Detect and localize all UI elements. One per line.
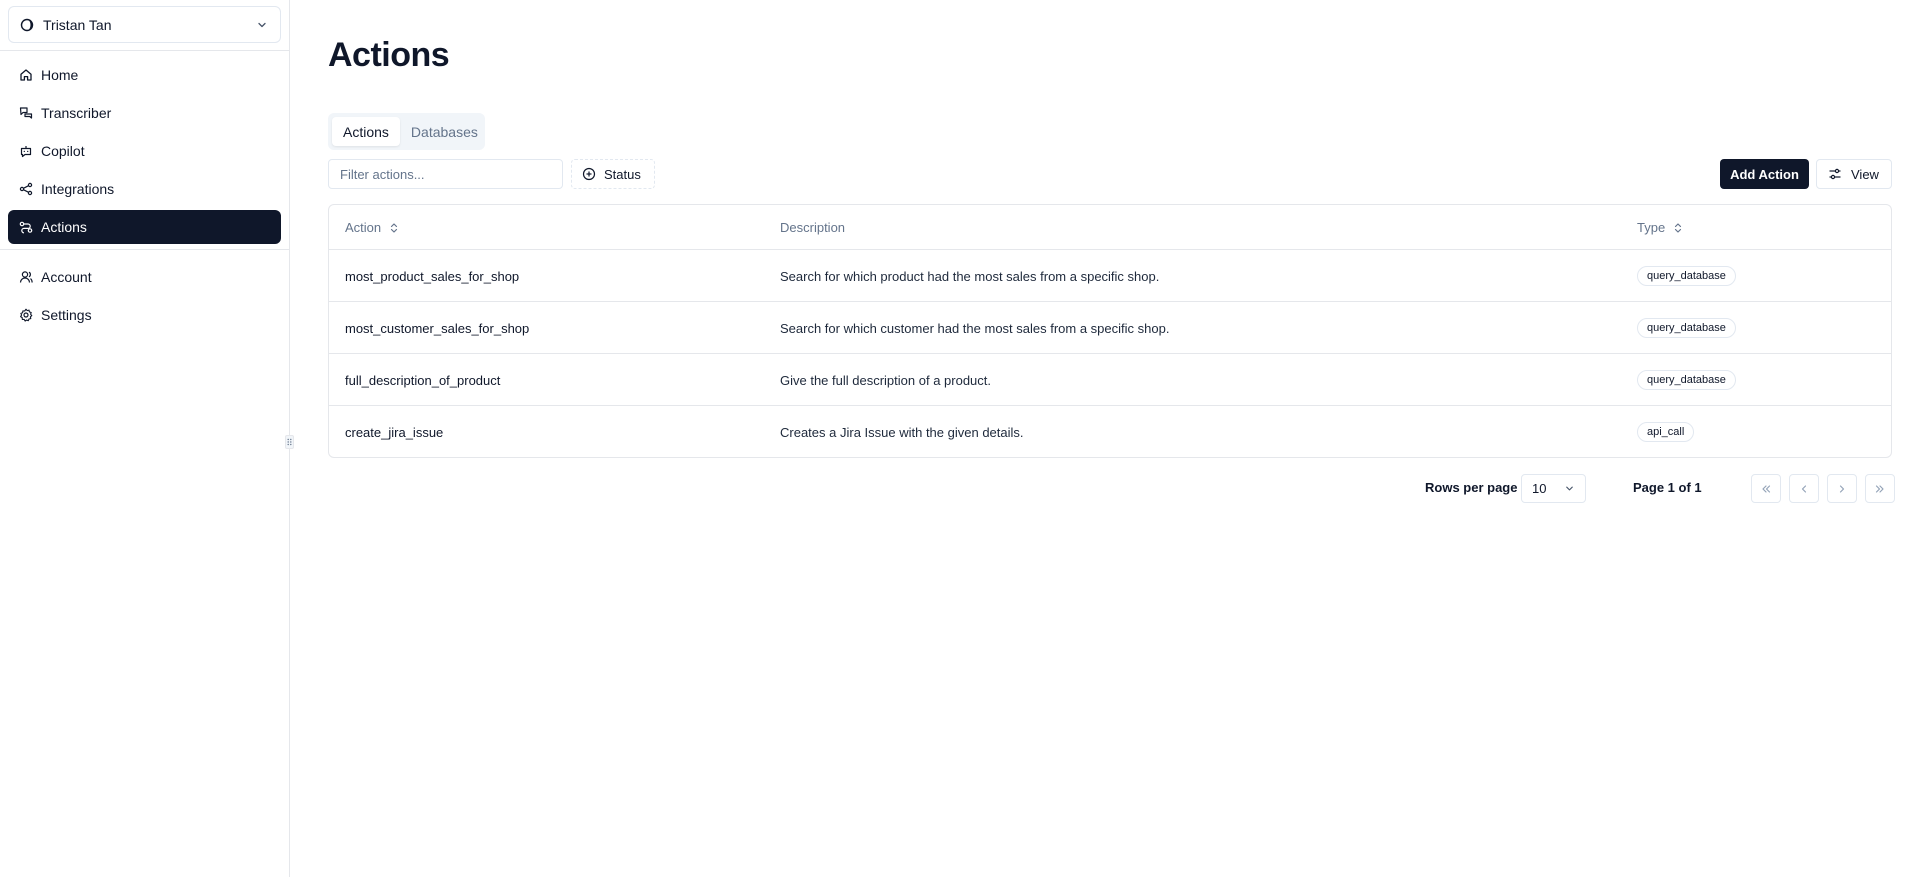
gear-icon <box>20 308 33 322</box>
first-page-button[interactable] <box>1751 474 1781 503</box>
column-header-action[interactable]: Action <box>345 205 399 250</box>
type-badge: query_database <box>1637 370 1736 390</box>
previous-page-button[interactable] <box>1789 474 1819 503</box>
rows-per-page-label: Rows per page <box>1425 480 1518 495</box>
action-name: most_product_sales_for_shop <box>345 268 520 284</box>
type-cell: api_call <box>1637 406 1695 457</box>
page-info: Page 1 of 1 <box>1633 480 1702 495</box>
action-name: full_description_of_product <box>345 372 501 388</box>
type-badge: api_call <box>1637 422 1695 442</box>
table-row[interactable]: create_jira_issue Creates a Jira Issue w… <box>329 406 1891 457</box>
user-switcher[interactable]: Tristan Tan <box>8 6 281 43</box>
plus-circle-icon <box>582 167 596 181</box>
chevron-right-icon <box>1839 484 1845 493</box>
page-title: Actions <box>328 36 450 74</box>
action-description: Give the full description of a product. <box>780 372 992 388</box>
bot-icon <box>20 146 32 158</box>
column-header-label: Description <box>780 220 846 235</box>
sidebar-item-actions[interactable]: Actions <box>8 210 281 244</box>
sidebar-item-label: Settings <box>41 307 92 323</box>
sidebar-item-label: Transcriber <box>41 105 112 121</box>
tab-databases[interactable]: Databases <box>400 117 489 146</box>
rows-per-page-value: 10 <box>1532 481 1547 496</box>
action-description: Creates a Jira Issue with the given deta… <box>780 424 1024 440</box>
type-cell: query_database <box>1637 250 1736 302</box>
chevrons-right-icon <box>1875 484 1884 493</box>
sidebar-item-integrations[interactable]: Integrations <box>8 172 281 206</box>
column-header-label: Type <box>1637 220 1666 235</box>
action-name: most_customer_sales_for_shop <box>345 320 530 336</box>
sort-icon <box>391 222 398 233</box>
sidebar-item-account[interactable]: Account <box>8 260 281 294</box>
column-header-label: Action <box>345 220 382 235</box>
grip-vertical-icon <box>287 438 292 446</box>
tab-list: Actions Databases <box>328 113 485 150</box>
chevrons-left-icon <box>1762 484 1771 493</box>
status-filter-button[interactable]: Status <box>571 159 655 189</box>
table-row[interactable]: most_product_sales_for_shop Search for w… <box>329 250 1891 302</box>
sidebar-item-label: Actions <box>41 219 87 235</box>
sidebar-item-home[interactable]: Home <box>8 58 281 92</box>
table-header: Action Description Type <box>329 205 1891 250</box>
view-options-label: View <box>1851 166 1879 182</box>
sidebar-item-label: Home <box>41 67 79 83</box>
user-icon <box>19 271 33 283</box>
next-page-button[interactable] <box>1827 474 1857 503</box>
table-row[interactable]: most_customer_sales_for_shop Search for … <box>329 302 1891 354</box>
status-filter-label: Status <box>604 166 641 182</box>
column-header-description: Description <box>780 205 853 250</box>
type-badge: query_database <box>1637 318 1736 338</box>
sidebar-item-label: Copilot <box>41 143 85 159</box>
chevron-down-icon <box>258 22 266 27</box>
action-name: create_jira_issue <box>345 424 444 440</box>
user-avatar-icon <box>20 18 34 31</box>
chevron-down-icon <box>1566 486 1573 491</box>
sidebar-item-copilot[interactable]: Copilot <box>8 134 281 168</box>
sidebar-divider <box>0 50 289 51</box>
share-icon <box>19 182 33 196</box>
sidebar-item-transcriber[interactable]: Transcriber <box>8 96 281 130</box>
type-cell: query_database <box>1637 302 1736 354</box>
type-cell: query_database <box>1637 354 1736 406</box>
sidebar: Tristan Tan Home Transcriber Copilot Int… <box>0 0 290 877</box>
action-description: Search for which customer had the most s… <box>780 320 1170 336</box>
sliders-icon <box>1829 168 1841 180</box>
last-page-button[interactable] <box>1865 474 1895 503</box>
sidebar-resize-handle[interactable] <box>285 435 294 449</box>
home-icon <box>20 69 32 81</box>
rows-per-page-select[interactable]: 10 <box>1521 474 1586 503</box>
column-header-type[interactable]: Type <box>1637 205 1683 250</box>
user-name: Tristan Tan <box>43 16 112 33</box>
sidebar-item-label: Account <box>41 269 92 285</box>
sidebar-item-settings[interactable]: Settings <box>8 298 281 332</box>
sidebar-item-label: Integrations <box>41 181 115 197</box>
sort-icon <box>1675 222 1682 233</box>
sidebar-divider <box>0 249 289 250</box>
action-description: Search for which product had the most sa… <box>780 268 1160 284</box>
transcriber-icon <box>19 107 33 119</box>
table-row[interactable]: full_description_of_product Give the ful… <box>329 354 1891 406</box>
chevron-left-icon <box>1801 484 1807 493</box>
type-badge: query_database <box>1637 266 1736 286</box>
add-action-button[interactable]: Add Action <box>1720 159 1809 189</box>
view-options-button[interactable]: View <box>1816 159 1892 189</box>
tab-actions[interactable]: Actions <box>332 117 400 146</box>
actions-table: Action Description Type most_product_sal… <box>328 204 1892 458</box>
route-icon <box>19 221 33 234</box>
filter-actions-input[interactable] <box>328 159 563 189</box>
